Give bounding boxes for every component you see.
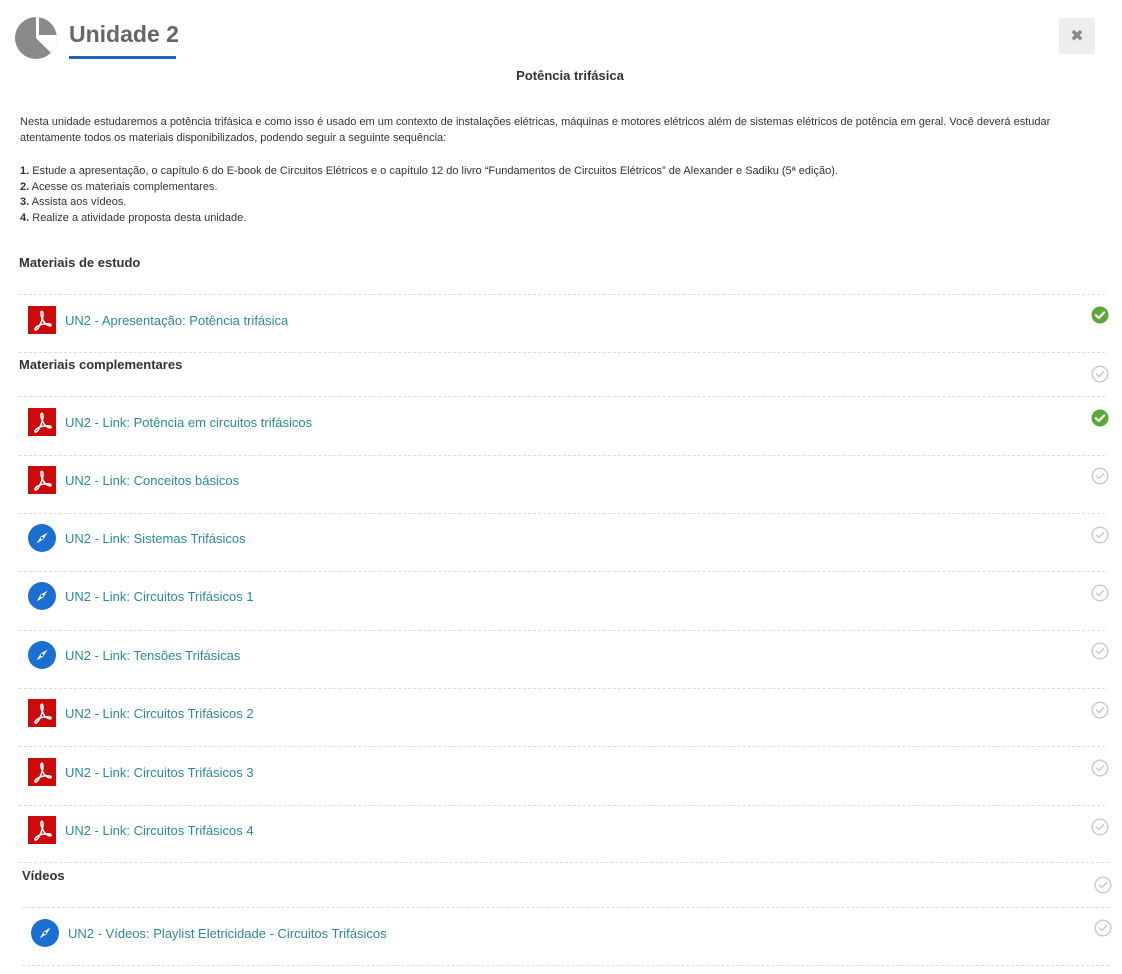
section-title-complementary: Materiais complementares [19,357,183,372]
title-underline [69,56,176,59]
section-title-study: Materiais de estudo [19,255,141,270]
item-link[interactable]: UN2 - Link: Circuitos Trifásicos 3 [65,765,254,780]
divider [19,294,1105,295]
list-item[interactable]: UN2 - Link: Potência em circuitos trifás… [28,402,312,442]
item-link[interactable]: UN2 - Link: Tensões Trifásicas [65,648,240,663]
pending-check-icon [1091,701,1109,719]
check-circle-icon [1091,306,1109,324]
divider [19,352,1105,353]
divider [19,513,1105,514]
pending-check-icon [1094,876,1112,894]
step-item: 2. Acesse os materiais complementares. [20,180,218,193]
list-item[interactable]: UN2 - Link: Circuitos Trifásicos 2 [28,693,254,733]
pdf-icon [28,306,56,334]
compass-icon [31,919,59,947]
pending-check-icon [1091,467,1109,485]
step-item: 1. Estude a apresentação, o capítulo 6 d… [20,165,838,177]
close-button[interactable]: ✖ [1059,18,1095,54]
pdf-icon [28,699,56,727]
intro-paragraph: Nesta unidade estudaremos a potência tri… [20,116,1051,144]
pdf-icon [28,816,56,844]
compass-icon [28,524,56,552]
item-link[interactable]: UN2 - Vídeos: Playlist Eletricidade - Ci… [68,926,387,941]
divider [19,396,1105,397]
unit-subtitle: Potência trifásica [516,68,624,83]
divider [19,571,1105,572]
divider [19,805,1105,806]
divider [19,455,1105,456]
list-item[interactable]: UN2 - Vídeos: Playlist Eletricidade - Ci… [31,913,387,953]
pie-chart-icon [15,17,57,59]
section-title-videos: Vídeos [22,868,65,883]
unit-header: Unidade 2 ✖ [0,0,1122,64]
pending-check-icon [1091,526,1109,544]
list-item[interactable]: UN2 - Apresentação: Potência trifásica [28,300,288,340]
item-link[interactable]: UN2 - Link: Circuitos Trifásicos 4 [65,823,254,838]
pending-check-icon [1091,365,1109,383]
steps-list: 1. Estude a apresentação, o capítulo 6 d… [20,164,1100,226]
close-icon: ✖ [1070,28,1084,45]
list-item[interactable]: UN2 - Link: Conceitos básicos [28,460,239,500]
pending-check-icon [1091,642,1109,660]
list-item[interactable]: UN2 - Link: Sistemas Trifásicos [28,518,246,558]
list-item[interactable]: UN2 - Link: Tensões Trifásicas [28,635,240,675]
divider [19,688,1105,689]
compass-icon [28,582,56,610]
item-link[interactable]: UN2 - Link: Circuitos Trifásicos 1 [65,589,254,604]
compass-icon [28,641,56,669]
list-item[interactable]: UN2 - Link: Circuitos Trifásicos 4 [28,810,254,850]
check-circle-icon [1091,409,1109,427]
divider [19,746,1105,747]
pdf-icon [28,758,56,786]
pending-check-icon [1091,818,1109,836]
item-link[interactable]: UN2 - Link: Sistemas Trifásicos [65,531,246,546]
pending-check-icon [1091,584,1109,602]
item-link[interactable]: UN2 - Link: Potência em circuitos trifás… [65,415,312,430]
divider [19,862,1109,863]
page-title: Unidade 2 [69,21,179,47]
pending-check-icon [1094,919,1112,937]
step-item: 4. Realize a atividade proposta desta un… [20,211,247,224]
item-link[interactable]: UN2 - Apresentação: Potência trifásica [65,313,288,328]
list-item[interactable]: UN2 - Link: Circuitos Trifásicos 1 [28,576,254,616]
divider [22,907,1109,908]
pdf-icon [28,466,56,494]
divider [22,965,1109,966]
item-link[interactable]: UN2 - Link: Conceitos básicos [65,473,239,488]
pdf-icon [28,408,56,436]
item-link[interactable]: UN2 - Link: Circuitos Trifásicos 2 [65,706,254,721]
list-item[interactable]: UN2 - Link: Circuitos Trifásicos 3 [28,752,254,792]
divider [19,630,1105,631]
pending-check-icon [1091,759,1109,777]
step-item: 3. Assista aos vídeos. [20,196,127,208]
